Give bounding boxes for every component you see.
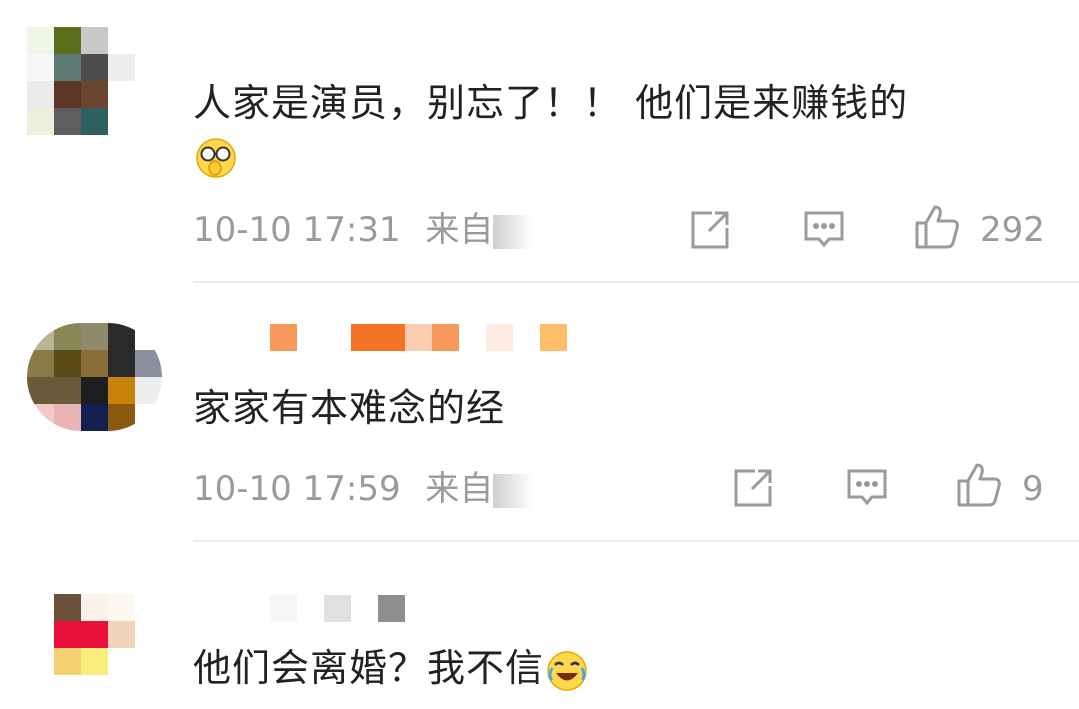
share-icon[interactable]	[731, 466, 775, 514]
comment-text: 他们会离婚？我不信	[193, 643, 588, 693]
comment-time: 10-10 17:31	[193, 210, 401, 250]
comment-item: 他们会离婚？我不信	[0, 542, 1079, 709]
comment-item: 家家有本难念的经 10-10 17:59 来自 9	[0, 283, 1079, 541]
comment-source: 来自	[425, 469, 494, 509]
comment-icon[interactable]	[845, 466, 889, 514]
thumbs-up-icon[interactable]	[955, 461, 1003, 513]
like-count: 9	[1022, 469, 1044, 509]
blurred-source	[493, 473, 534, 508]
glasses-cover-face-emoji	[195, 137, 237, 179]
comment-icon[interactable]	[802, 208, 846, 256]
comment-text: 家家有本难念的经	[193, 383, 505, 433]
comment-meta: 10-10 17:31 来自	[193, 210, 534, 250]
laugh-cry-emoji	[546, 646, 588, 691]
comment-text-content: 他们会离婚？我不信	[193, 646, 545, 690]
blurred-source	[493, 214, 534, 249]
comment-text-content: 人家是演员，别忘了！！ 他们是来赚钱的	[193, 81, 909, 125]
thumbs-up-icon[interactable]	[913, 203, 961, 255]
share-icon[interactable]	[688, 208, 732, 256]
avatar[interactable]	[27, 27, 135, 135]
like-count: 292	[980, 210, 1045, 250]
comment-text: 人家是演员，别忘了！！ 他们是来赚钱的	[193, 78, 908, 128]
comment-item: 人家是演员，别忘了！！ 他们是来赚钱的 10-10 17:31 来自 292	[0, 0, 1079, 282]
comment-text-content: 家家有本难念的经	[193, 386, 506, 430]
avatar[interactable]	[54, 594, 135, 702]
comment-meta: 10-10 17:59 来自	[193, 469, 534, 509]
comment-time: 10-10 17:59	[193, 469, 401, 509]
comment-source: 来自	[425, 210, 494, 250]
avatar[interactable]	[27, 323, 162, 431]
